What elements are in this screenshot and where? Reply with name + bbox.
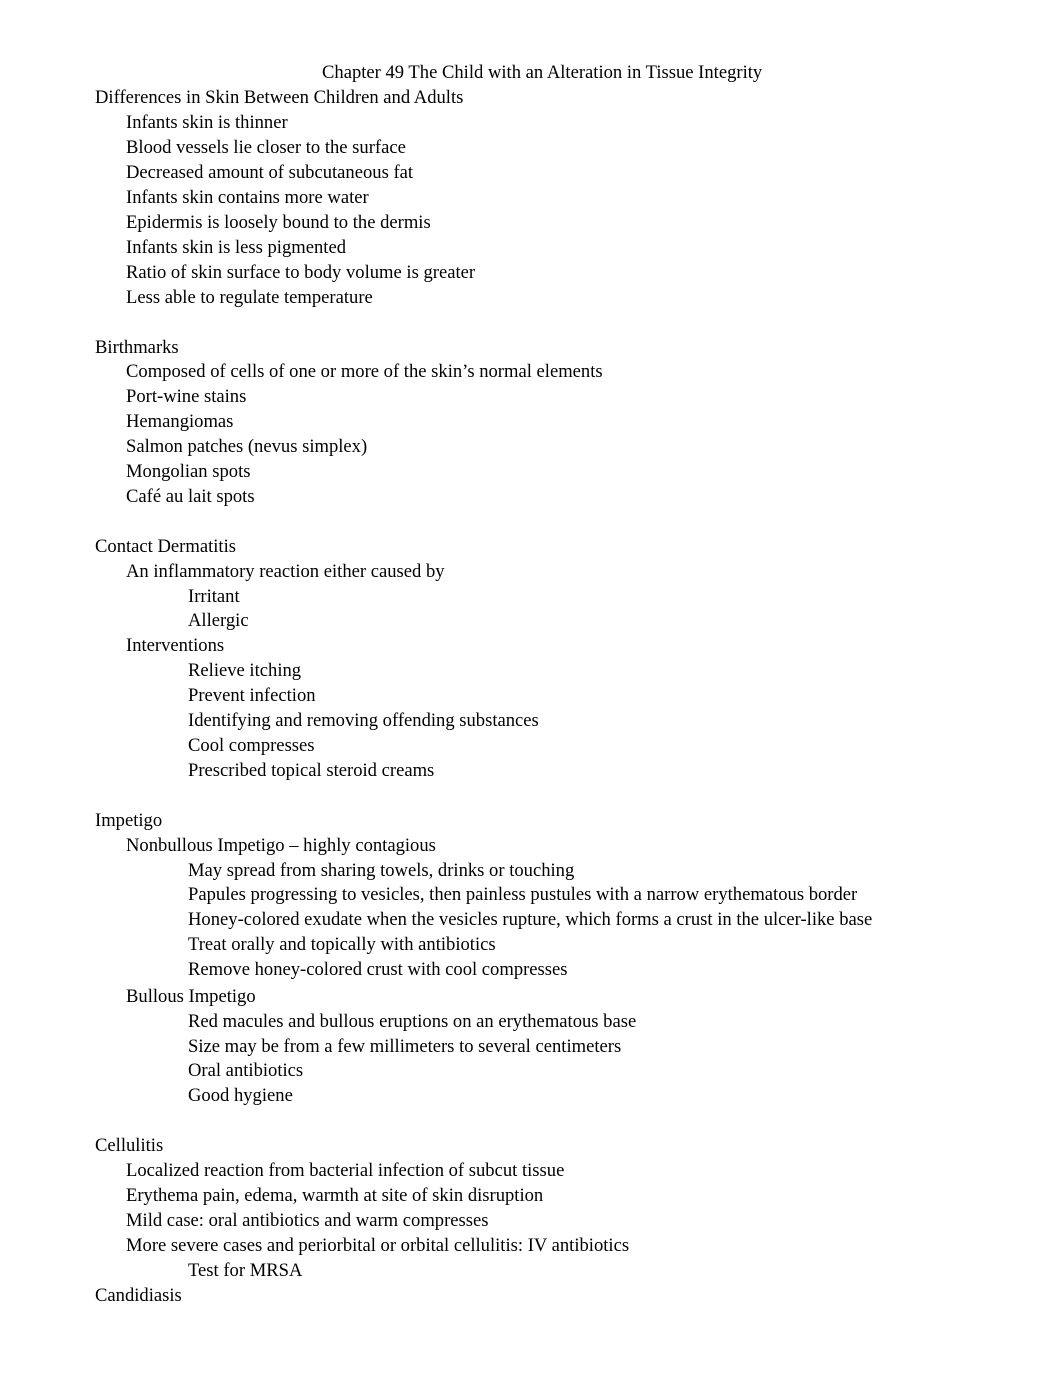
section-heading: Contact Dermatitis [95, 536, 236, 557]
list-item: Less able to regulate temperature [126, 287, 373, 308]
list-item: Bullous Impetigo [126, 986, 256, 1007]
list-item: Mongolian spots [126, 461, 251, 482]
list-item: Infants skin is thinner [126, 112, 288, 133]
list-item: An inflammatory reaction either caused b… [126, 561, 445, 582]
list-item: Port-wine stains [126, 386, 247, 407]
sub-list-item: Papules progressing to vesicles, then pa… [188, 884, 858, 905]
document-page: Chapter 49 The Child with an Alteration … [0, 0, 1062, 1377]
list-item: More severe cases and periorbital or orb… [126, 1235, 630, 1256]
sub-list-item: Cool compresses [188, 735, 315, 756]
sub-list-item: Oral antibiotics [188, 1060, 304, 1081]
sub-list-item: Allergic [188, 610, 249, 631]
section-heading: Impetigo [95, 810, 163, 831]
sub-list-item: Relieve itching [188, 660, 302, 681]
list-item: Nonbullous Impetigo – highly contagious [126, 835, 436, 856]
section-heading: Candidiasis [95, 1285, 182, 1306]
list-item: Erythema pain, edema, warmth at site of … [126, 1185, 544, 1206]
list-item: Epidermis is loosely bound to the dermis [126, 212, 431, 233]
document-title: Chapter 49 The Child with an Alteration … [322, 62, 763, 83]
list-item: Composed of cells of one or more of the … [126, 361, 603, 382]
list-item: Blood vessels lie closer to the surface [126, 137, 406, 158]
list-item: Decreased amount of subcutaneous fat [126, 162, 414, 183]
sub-list-item: Good hygiene [188, 1085, 293, 1106]
list-item: Infants skin is less pigmented [126, 237, 347, 258]
sub-list-item: Treat orally and topically with antibiot… [188, 934, 496, 955]
sub-list-item: May spread from sharing towels, drinks o… [188, 860, 575, 881]
sub-list-item: Irritant [188, 586, 240, 607]
list-item: Café au lait spots [126, 486, 255, 507]
list-item: Localized reaction from bacterial infect… [126, 1160, 565, 1181]
section-heading: Differences in Skin Between Children and… [95, 87, 464, 108]
section-heading: Cellulitis [95, 1135, 164, 1156]
list-item: Mild case: oral antibiotics and warm com… [126, 1210, 489, 1231]
sub-list-item: Test for MRSA [188, 1260, 303, 1281]
sub-list-item: Size may be from a few millimeters to se… [188, 1036, 622, 1057]
sub-list-item: Honey-colored exudate when the vesicles … [188, 909, 873, 930]
section-heading: Birthmarks [95, 337, 179, 358]
list-item: Salmon patches (nevus simplex) [126, 436, 368, 457]
sub-list-item: Remove honey-colored crust with cool com… [188, 959, 568, 980]
list-item: Hemangiomas [126, 411, 234, 432]
list-item: Ratio of skin surface to body volume is … [126, 262, 476, 283]
list-item: Infants skin contains more water [126, 187, 369, 208]
sub-list-item: Prevent infection [188, 685, 316, 706]
sub-list-item: Red macules and bullous eruptions on an … [188, 1011, 637, 1032]
list-item: Interventions [126, 635, 225, 656]
sub-list-item: Identifying and removing offending subst… [188, 710, 539, 731]
sub-list-item: Prescribed topical steroid creams [188, 760, 435, 781]
